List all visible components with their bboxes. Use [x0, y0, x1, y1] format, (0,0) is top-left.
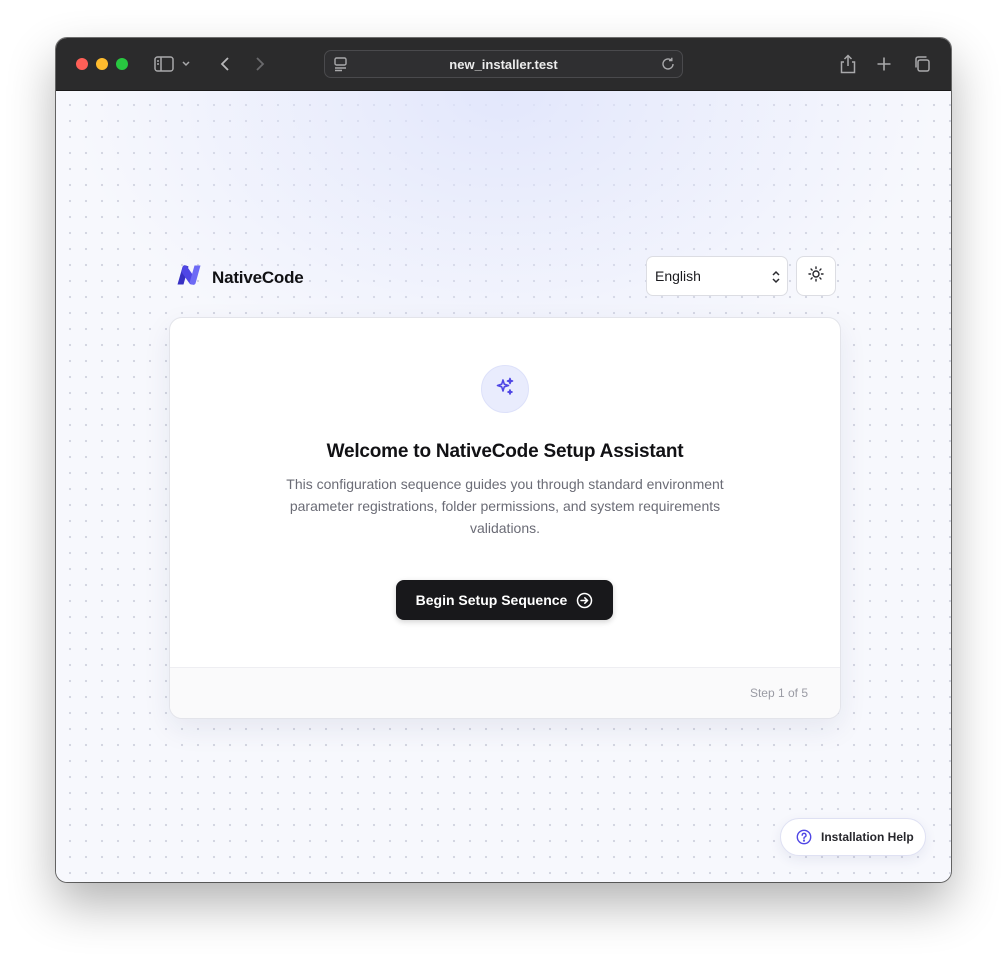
arrow-right-circle-icon — [576, 592, 593, 609]
language-select[interactable]: English — [646, 256, 788, 296]
begin-setup-button[interactable]: Begin Setup Sequence — [396, 580, 613, 620]
sparkles-icon — [494, 376, 516, 403]
page-content: NativeCode English Welcome to NativeCode… — [56, 91, 951, 882]
card-footer: Step 1 of 5 — [170, 667, 840, 718]
step-indicator: Step 1 of 5 — [749, 686, 808, 700]
address-bar[interactable]: new_installer.test — [324, 50, 683, 78]
language-select-value: English — [655, 268, 701, 284]
installation-help-label: Installation Help — [821, 830, 914, 844]
feature-badge — [481, 365, 529, 413]
browser-window: new_installer.test NativeCode English We… — [56, 38, 951, 882]
brand: NativeCode — [176, 264, 304, 291]
brand-name: NativeCode — [212, 267, 304, 287]
address-url: new_installer.test — [449, 57, 558, 72]
close-window-button[interactable] — [76, 58, 88, 70]
theme-toggle-button[interactable] — [796, 256, 836, 296]
chevron-up-down-icon — [771, 269, 781, 290]
share-icon[interactable] — [836, 52, 860, 76]
minimize-window-button[interactable] — [96, 58, 108, 70]
browser-toolbar: new_installer.test — [56, 38, 951, 91]
welcome-card: Welcome to NativeCode Setup Assistant Th… — [169, 317, 841, 719]
zoom-window-button[interactable] — [116, 58, 128, 70]
question-circle-icon — [796, 829, 812, 845]
chevron-down-icon[interactable] — [179, 52, 193, 76]
tab-overview-icon[interactable] — [910, 52, 934, 76]
sidebar-toggle-icon[interactable] — [152, 52, 176, 76]
new-tab-icon[interactable] — [872, 52, 896, 76]
installation-help-button[interactable]: Installation Help — [780, 818, 926, 856]
forward-icon[interactable] — [248, 52, 272, 76]
card-description: This configuration sequence guides you t… — [286, 476, 724, 536]
reload-icon[interactable] — [660, 56, 676, 77]
back-icon[interactable] — [213, 52, 237, 76]
sun-icon — [808, 265, 824, 287]
card-title: Welcome to NativeCode Setup Assistant — [326, 441, 684, 462]
nativecode-logo-icon — [176, 264, 202, 291]
begin-setup-label: Begin Setup Sequence — [415, 592, 568, 608]
